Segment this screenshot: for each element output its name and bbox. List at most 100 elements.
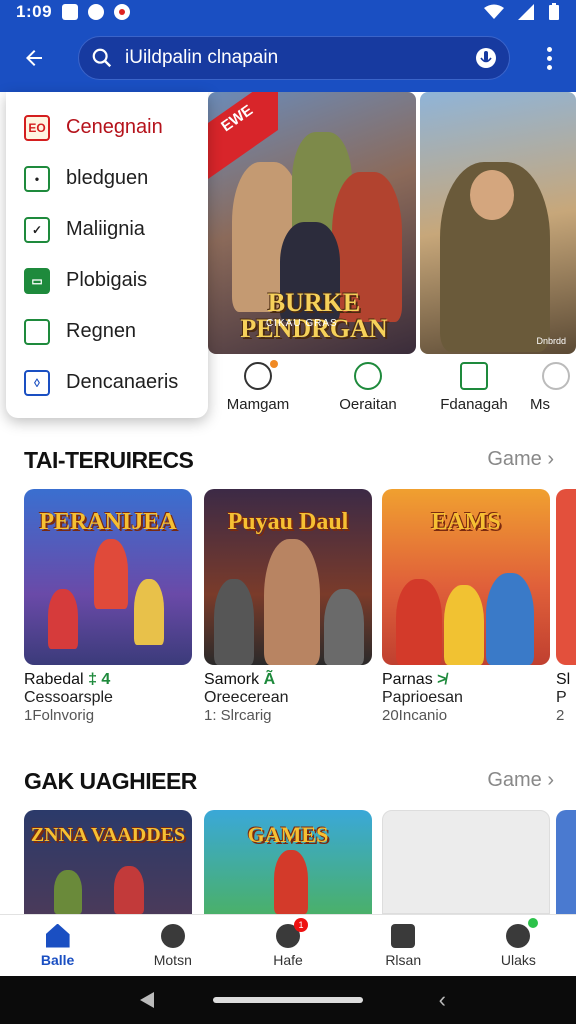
- game-title: Sl: [556, 671, 571, 688]
- game-card[interactable]: ZNNA VAADDES: [24, 810, 192, 914]
- section-title: GAK UAGHIEER: [24, 768, 197, 794]
- nav-ulaks[interactable]: Ulaks: [461, 915, 576, 976]
- camera-icon: •: [24, 165, 50, 192]
- eo-logo-icon: EO: [24, 114, 50, 141]
- hero-figure: [470, 170, 514, 220]
- category-oeraitan[interactable]: Oeraitan: [318, 362, 418, 413]
- banner-label: Dnbrdd: [536, 336, 566, 346]
- game-subtitle: Cessoarsple: [24, 689, 113, 706]
- game-card[interactable]: GAMES: [204, 810, 372, 914]
- character-figure: [94, 539, 128, 609]
- game-subtitle: Oreecerean: [204, 689, 289, 706]
- menu-item-label: Regnen: [66, 320, 137, 342]
- game-title: Rabedal: [24, 671, 84, 688]
- category-mamgam[interactable]: Mamgam: [208, 360, 308, 413]
- character-figure: [54, 870, 82, 914]
- nav-balle[interactable]: Balle: [0, 915, 115, 976]
- nav-motsn[interactable]: Motsn: [115, 915, 230, 976]
- dropdown-menu: EO Cenegnain • bledguen ✓ Maliignia ▭ Pl…: [6, 92, 208, 418]
- game-card[interactable]: PERANIJEA Rabedal ‡ 4 Cessoarsple 1Folnv…: [24, 489, 192, 724]
- system-home-bar[interactable]: [213, 997, 363, 1003]
- arrow-left-icon: [26, 50, 42, 66]
- menu-item-bledguen[interactable]: • bledguen: [6, 153, 208, 204]
- notification-icon: [62, 4, 79, 20]
- more-dot-icon: [546, 46, 552, 52]
- system-recent-icon[interactable]: ‹: [439, 987, 446, 1013]
- mic-icon[interactable]: [475, 47, 497, 69]
- featured-banner[interactable]: Dnbrdd: [420, 92, 576, 354]
- character-figure: [396, 579, 442, 665]
- more-dot-icon: [546, 55, 552, 61]
- section-see-all-link[interactable]: Game ›: [487, 448, 554, 471]
- character-figure: [324, 589, 364, 665]
- category-ms[interactable]: Ms: [530, 362, 576, 413]
- menu-item-dencanaeris[interactable]: ◊ Dencanaeris: [6, 357, 208, 408]
- bottom-navigation: Balle Motsn 1 Hafe Rlsan Ulaks: [0, 914, 576, 976]
- game-title: Parnas: [382, 671, 433, 688]
- banner-title: BURKE PENDRGAN: [240, 288, 388, 343]
- search-icon: [92, 48, 112, 68]
- nav-rlsan[interactable]: Rlsan: [346, 915, 461, 976]
- game-badge: Ã: [263, 671, 276, 688]
- nav-label: Hafe: [273, 951, 303, 968]
- signal-icon: [518, 4, 534, 20]
- category-label: Fdanagah: [440, 396, 508, 413]
- game-card[interactable]: EAMS Parnas ≯ Paprioesan 20Incanio: [382, 489, 550, 724]
- game-meta: 1Folnvorig: [24, 707, 95, 724]
- character-figure: [486, 573, 534, 665]
- game-thumbnail: PERANIJEA: [24, 489, 192, 665]
- status-time: 1:09: [16, 2, 53, 21]
- more-options-button[interactable]: [534, 36, 564, 80]
- cart-icon: ▭: [24, 267, 50, 294]
- search-input[interactable]: iUildpalin clnapain: [78, 36, 510, 80]
- menu-item-label: Cenegnain: [66, 116, 163, 138]
- game-thumbnail: [382, 810, 550, 914]
- game-meta: 1: Slrcarig: [204, 707, 272, 724]
- featured-banner[interactable]: EWE BURKE PENDRGAN CIKAU GRAS: [208, 92, 416, 354]
- menu-item-label: Plobigais: [66, 269, 148, 291]
- nav-label: Balle: [40, 951, 75, 968]
- menu-item-maliignia[interactable]: ✓ Maliignia: [6, 204, 208, 255]
- square-icon: [24, 318, 50, 345]
- nav-hafe[interactable]: 1 Hafe: [230, 915, 345, 976]
- sync-icon: [88, 4, 105, 20]
- system-back-icon[interactable]: [140, 992, 154, 1008]
- battery-icon: [549, 3, 559, 20]
- game-card[interactable]: Sl P 2: [556, 489, 576, 724]
- game-meta: 2: [556, 707, 565, 724]
- shield-icon: ◊: [24, 369, 50, 396]
- check-box-icon: ✓: [24, 216, 50, 243]
- game-thumbnail: [556, 810, 576, 914]
- game-card-placeholder[interactable]: [382, 810, 550, 914]
- refresh-icon: 1: [276, 917, 308, 948]
- game-badge: ‡ 4: [88, 671, 111, 688]
- game-card[interactable]: Puyau Daul Samork Ã Oreecerean 1: Slrcar…: [204, 489, 372, 724]
- back-button[interactable]: [12, 36, 56, 80]
- game-subtitle: Paprioesan: [382, 689, 463, 706]
- record-icon: [114, 4, 131, 20]
- category-label: Oeraitan: [339, 396, 397, 413]
- menu-item-cenegnain[interactable]: EO Cenegnain: [6, 102, 208, 153]
- game-thumbnail: Puyau Daul: [204, 489, 372, 665]
- category-label: Ms: [530, 396, 550, 413]
- system-navigation-bar: ‹: [0, 976, 576, 1024]
- menu-item-label: Maliignia: [66, 218, 145, 240]
- menu-item-plobigais[interactable]: ▭ Plobigais: [6, 255, 208, 306]
- menu-item-label: bledguen: [66, 167, 149, 189]
- menu-item-regnen[interactable]: Regnen: [6, 306, 208, 357]
- nav-label: Motsn: [153, 951, 192, 968]
- online-dot: [528, 917, 539, 928]
- game-card[interactable]: [556, 810, 576, 914]
- nav-label: Rlsan: [385, 951, 422, 968]
- game-logo: PERANIJEA: [39, 509, 177, 535]
- check-circle-icon: [160, 923, 185, 948]
- game-thumbnail: ZNNA VAADDES: [24, 810, 192, 914]
- check-circle-icon: [354, 362, 382, 390]
- notification-dot: [270, 360, 278, 368]
- banner-subtitle: CIKAU GRAS: [266, 318, 338, 329]
- game-thumbnail: GAMES: [204, 810, 372, 914]
- category-fdanagah[interactable]: Fdanagah: [424, 362, 524, 413]
- wrench-icon: [244, 360, 278, 390]
- game-thumbnail: [556, 489, 576, 665]
- section-see-all-link[interactable]: Game ›: [487, 769, 554, 792]
